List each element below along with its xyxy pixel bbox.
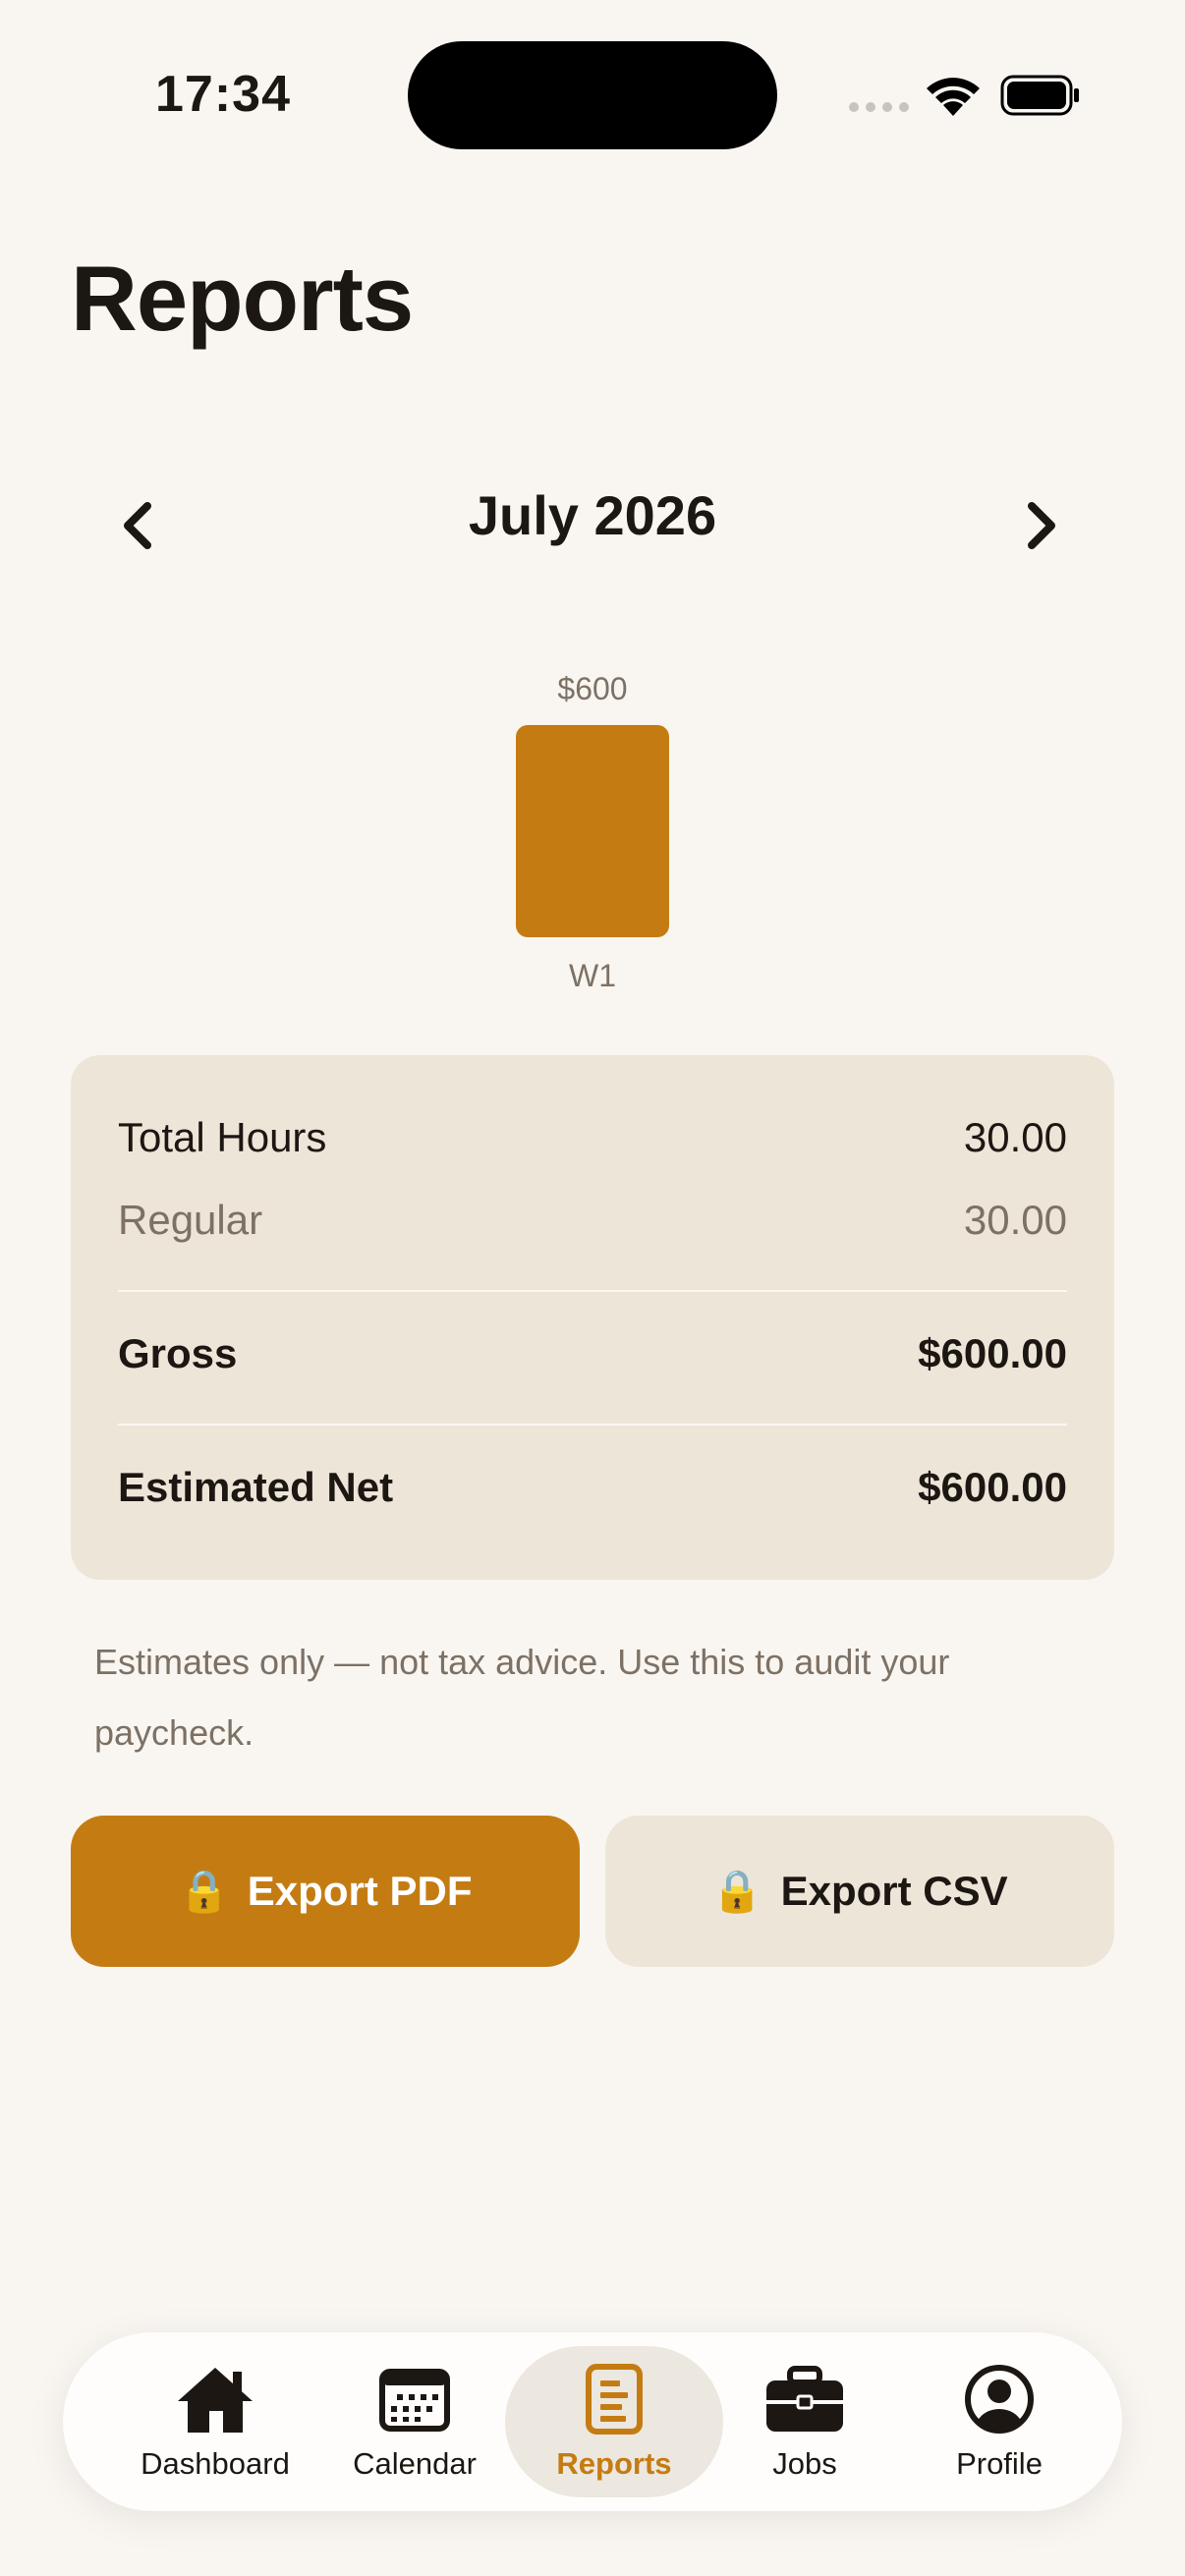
divider [118,1290,1067,1292]
tab-label: Dashboard [141,2446,290,2481]
status-time: 17:34 [155,66,291,123]
total-hours-row: Total Hours 30.00 [118,1114,1067,1161]
lock-icon: 🔒 [178,1867,230,1914]
weekly-earnings-chart: $600 W1 [0,648,1185,1012]
tab-dashboard[interactable]: Dashboard [112,2346,318,2497]
tab-bar: Dashboard Calendar Reports Jobs Profile [63,2332,1122,2511]
chart-category-label: W1 [569,958,616,993]
chart-data-label: $600 [557,671,627,706]
export-csv-label: Export CSV [780,1868,1008,1914]
cellular-signal-icon [849,102,909,112]
tab-jobs[interactable]: Jobs [702,2346,908,2497]
export-pdf-label: Export PDF [247,1868,473,1914]
battery-icon [1000,75,1081,121]
estimated-net-row: Estimated Net $600.00 [118,1464,1067,1511]
tab-label: Jobs [772,2446,837,2481]
profile-icon [964,2360,1035,2438]
dynamic-island [408,41,777,149]
next-month-button[interactable] [997,481,1086,570]
total-hours-label: Total Hours [118,1114,327,1160]
wifi-icon [924,73,983,123]
tab-profile[interactable]: Profile [896,2346,1102,2497]
export-pdf-button[interactable]: 🔒 Export PDF [71,1816,580,1967]
tab-calendar[interactable]: Calendar [311,2346,518,2497]
report-icon [585,2360,644,2438]
regular-hours-value: 30.00 [963,1197,1067,1243]
calendar-icon [379,2360,450,2438]
page-title: Reports [71,247,414,350]
tab-reports[interactable]: Reports [505,2346,723,2497]
lock-icon: 🔒 [711,1867,763,1914]
disclaimer-text: Estimates only — not tax advice. Use thi… [94,1642,950,1753]
export-csv-button[interactable]: 🔒 Export CSV [605,1816,1114,1967]
tab-label: Profile [956,2446,1043,2481]
regular-hours-row: Regular 30.00 [118,1197,1067,1244]
estimated-net-value: $600.00 [918,1464,1067,1510]
tab-label: Calendar [353,2446,477,2481]
house-icon [174,2360,256,2438]
divider [118,1424,1067,1426]
briefcase-icon [764,2360,845,2438]
chart-bar [516,725,669,937]
gross-label: Gross [118,1330,238,1376]
estimated-net-label: Estimated Net [118,1464,394,1510]
gross-row: Gross $600.00 [118,1330,1067,1377]
total-hours-value: 30.00 [963,1114,1067,1160]
chevron-right-icon [1028,502,1055,549]
gross-value: $600.00 [918,1330,1067,1376]
regular-hours-label: Regular [118,1197,263,1243]
tab-label: Reports [556,2446,672,2481]
